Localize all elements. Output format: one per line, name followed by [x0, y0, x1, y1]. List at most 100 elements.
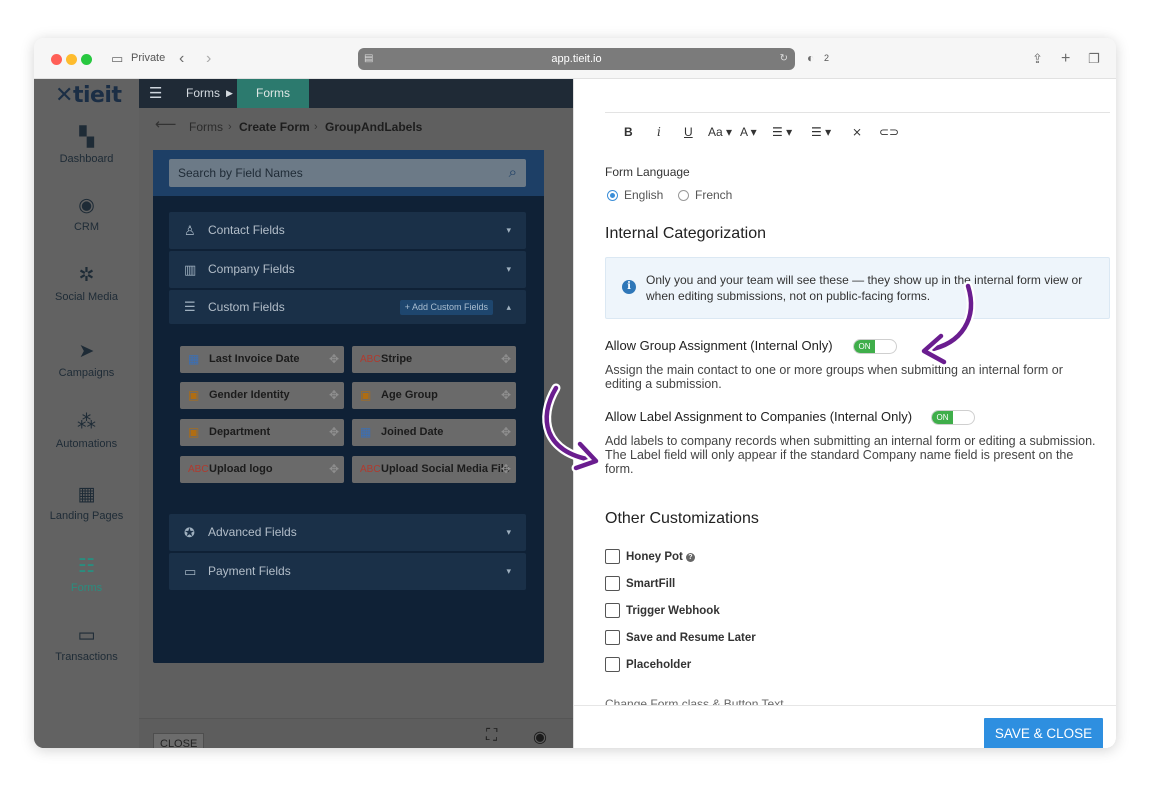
crm-icon: ◉: [78, 195, 95, 216]
accordion-label: Company Fields: [208, 262, 295, 276]
save-resume-checkbox[interactable]: [605, 630, 620, 645]
accordion-company-fields[interactable]: ▥ Company Fields ▾: [169, 251, 526, 288]
italic-button[interactable]: i: [657, 125, 661, 139]
field-search-input[interactable]: Search by Field Names ⌕: [169, 159, 526, 187]
sidebar-item-social-media[interactable]: ✲ Social Media: [34, 265, 139, 303]
accordion-advanced-fields[interactable]: ✪ Advanced Fields ▾: [169, 514, 526, 551]
label-assignment-toggle[interactable]: ON: [931, 410, 975, 425]
save-resume-label[interactable]: Save and Resume Later: [626, 632, 756, 644]
chevron-down-icon: ▾: [506, 566, 511, 576]
menu-icon[interactable]: ☰: [149, 84, 162, 102]
sidebar-item-crm[interactable]: ◉ CRM: [34, 195, 139, 233]
field-library-panel: Search by Field Names ⌕ ♙ Contact Fields…: [153, 150, 544, 663]
sidebar-item-label: Social Media: [55, 291, 118, 303]
minimize-window-dot[interactable]: [66, 54, 77, 65]
close-window-dot[interactable]: [51, 54, 62, 65]
radio-english[interactable]: [607, 190, 618, 201]
field-chip-gender-identity[interactable]: ▣ Gender Identity ✥: [180, 382, 344, 409]
dropdown-icon: ▣: [188, 388, 200, 402]
share-icon[interactable]: ⇪: [1032, 38, 1043, 79]
underline-button[interactable]: U: [684, 125, 693, 139]
accordion-custom-fields[interactable]: ☰ Custom Fields + Add Custom Fields ▴: [169, 290, 526, 324]
link-icon[interactable]: ⊂⊃: [879, 125, 899, 139]
radio-french-label[interactable]: French: [695, 188, 732, 202]
text-field-icon: ABC: [360, 464, 381, 475]
sidebar-item-transactions[interactable]: ▭ Transactions: [34, 625, 139, 663]
address-bar[interactable]: ▤ app.tieit.io ↻: [358, 48, 795, 70]
shield-icon[interactable]: ◐: [807, 38, 814, 79]
save-and-close-button[interactable]: SAVE & CLOSE: [984, 718, 1103, 748]
smartfill-checkbox[interactable]: [605, 576, 620, 591]
form-settings-panel: B i U Aa ▾ A ▾ ☰ ▾ ☰ ▾ ⨯ ⊂⊃ Form Languag…: [573, 79, 1116, 748]
breadcrumb-separator: ›: [314, 121, 318, 133]
eye-icon[interactable]: ◉: [533, 727, 547, 747]
drag-handle-icon[interactable]: ✥: [501, 346, 511, 373]
new-tab-icon[interactable]: +: [1061, 38, 1070, 79]
drag-handle-icon[interactable]: ✥: [501, 419, 511, 446]
bold-button[interactable]: B: [624, 125, 633, 139]
tabs-overview-icon[interactable]: ❐: [1088, 38, 1100, 79]
group-assignment-toggle[interactable]: ON: [853, 339, 897, 354]
add-custom-fields-button[interactable]: + Add Custom Fields: [399, 300, 493, 315]
field-chip-upload-social-media-file[interactable]: ABC Upload Social Media File ✥: [352, 456, 516, 483]
back-icon[interactable]: ‹: [179, 38, 184, 79]
chevron-down-icon: ▾: [506, 264, 511, 274]
drag-handle-icon[interactable]: ✥: [329, 456, 339, 483]
ordered-list-button[interactable]: ☰ ▾: [772, 125, 792, 139]
drag-handle-icon[interactable]: ✥: [501, 382, 511, 409]
field-chip-last-invoice-date[interactable]: ▦ Last Invoice Date ✥: [180, 346, 344, 373]
forward-icon[interactable]: ›: [206, 38, 211, 79]
honey-pot-checkbox[interactable]: [605, 549, 620, 564]
dashboard-icon: ▚: [79, 127, 94, 148]
drag-handle-icon[interactable]: ✥: [329, 382, 339, 409]
help-icon[interactable]: ?: [685, 553, 695, 562]
close-button[interactable]: CLOSE: [153, 733, 205, 748]
honey-pot-label[interactable]: Honey Pot?: [626, 551, 695, 563]
trigger-webhook-label[interactable]: Trigger Webhook: [626, 605, 720, 617]
drag-handle-icon[interactable]: ✥: [329, 346, 339, 373]
smartfill-label[interactable]: SmartFill: [626, 578, 675, 590]
breadcrumb-create-form[interactable]: Create Form: [239, 120, 310, 134]
placeholder-label[interactable]: Placeholder: [626, 659, 691, 671]
font-color-button[interactable]: A ▾: [740, 125, 757, 139]
search-icon[interactable]: ⌕: [509, 159, 517, 187]
nav-crumb-forms[interactable]: Forms: [186, 79, 220, 108]
flow-icon[interactable]: ⛶: [486, 727, 497, 745]
person-icon: ♙: [184, 223, 196, 238]
accordion-label: Payment Fields: [208, 564, 291, 578]
trigger-webhook-checkbox[interactable]: [605, 603, 620, 618]
field-chip-joined-date[interactable]: ▦ Joined Date ✥: [352, 419, 516, 446]
bullet-list-button[interactable]: ☰ ▾: [811, 125, 831, 139]
accordion-contact-fields[interactable]: ♙ Contact Fields ▾: [169, 212, 526, 249]
drag-handle-icon[interactable]: ✥: [329, 419, 339, 446]
clear-format-icon[interactable]: ⨯: [852, 125, 862, 139]
sidebar-item-campaigns[interactable]: ➤ Campaigns: [34, 341, 139, 379]
accordion-payment-fields[interactable]: ▭ Payment Fields ▾: [169, 553, 526, 590]
sidebar-item-automations[interactable]: ⁂ Automations: [34, 412, 139, 450]
social-network-icon: ✲: [78, 265, 95, 286]
font-size-button[interactable]: Aa ▾: [708, 125, 732, 139]
sidebar-item-label: Dashboard: [59, 153, 114, 165]
other-customizations-heading: Other Customizations: [605, 510, 759, 527]
maximize-window-dot[interactable]: [81, 54, 92, 65]
radio-french[interactable]: [678, 190, 689, 201]
back-arrow-icon[interactable]: ⟵: [155, 117, 177, 132]
app-logo[interactable]: ✕tieit: [55, 83, 122, 108]
field-chip-department[interactable]: ▣ Department ✥: [180, 419, 344, 446]
sidebar-toggle-icon[interactable]: ▭: [111, 38, 123, 79]
toggle-on-label: ON: [932, 411, 953, 424]
sidebar-item-forms[interactable]: ☷ Forms: [34, 556, 139, 594]
nav-tab-forms[interactable]: Forms: [237, 79, 309, 108]
card-icon: ▭: [77, 625, 96, 646]
field-chip-stripe[interactable]: ABC Stripe ✥: [352, 346, 516, 373]
field-chip-age-group[interactable]: ▣ Age Group ✥: [352, 382, 516, 409]
drag-handle-icon[interactable]: ✥: [501, 456, 511, 483]
placeholder-checkbox[interactable]: [605, 657, 620, 672]
field-chip-upload-logo[interactable]: ABC Upload logo ✥: [180, 456, 344, 483]
radio-english-label[interactable]: English: [624, 188, 663, 202]
sidebar-item-landing-pages[interactable]: ▦ Landing Pages: [34, 484, 139, 522]
breadcrumb-forms[interactable]: Forms: [189, 120, 223, 134]
automation-icon: ⁂: [77, 412, 96, 433]
sidebar-item-dashboard[interactable]: ▚ Dashboard: [34, 127, 139, 165]
reload-icon[interactable]: ↻: [780, 48, 788, 70]
